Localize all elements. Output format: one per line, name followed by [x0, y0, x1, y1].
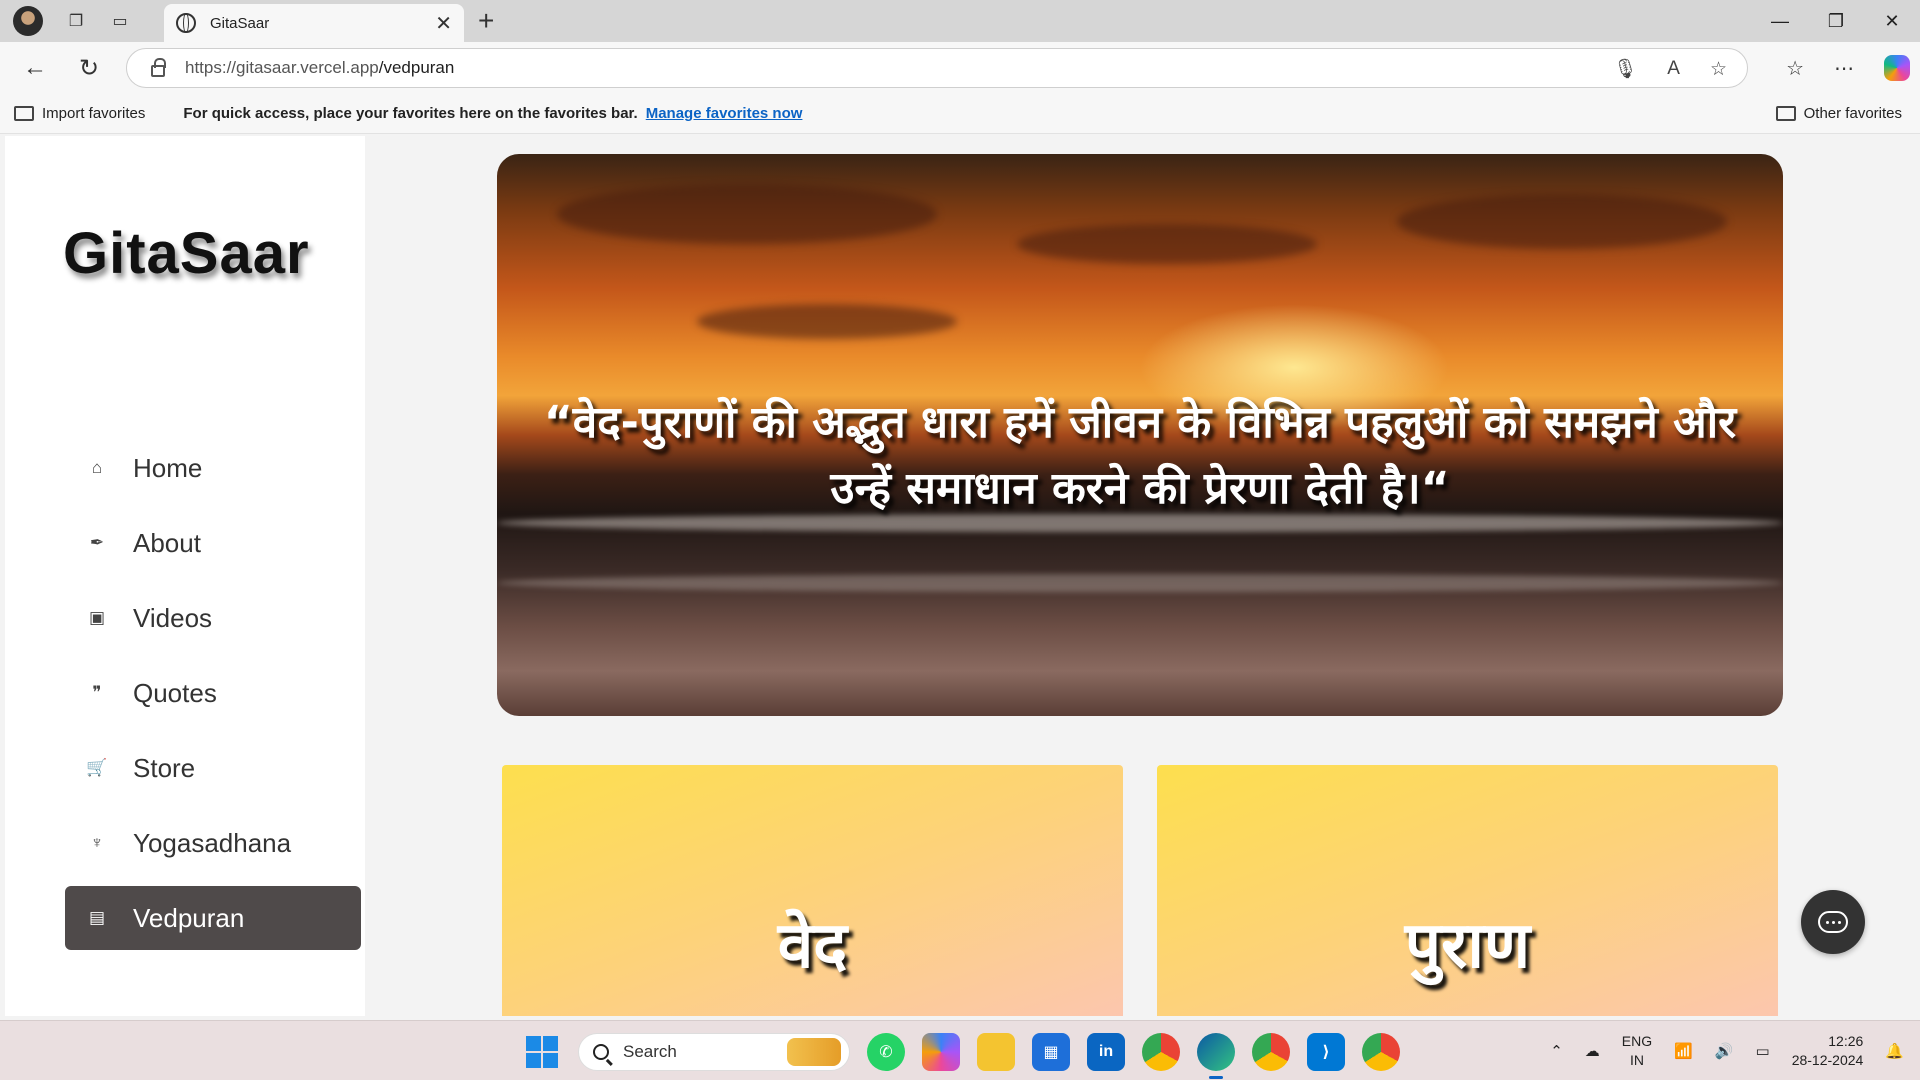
other-favorites-button[interactable]: Other favorites: [1775, 105, 1902, 122]
favorites-icon[interactable]: ☆: [1786, 56, 1804, 81]
profile-avatar[interactable]: [13, 6, 43, 36]
workspaces-icon[interactable]: ❐: [65, 10, 87, 32]
sky-cloud: [697, 304, 957, 339]
read-aloud-icon[interactable]: A: [1667, 58, 1680, 80]
feather-icon: ✒: [89, 533, 105, 552]
sky-cloud: [1017, 224, 1317, 264]
sidebar-item-about[interactable]: ✒ About: [65, 511, 361, 575]
globe-icon: [176, 13, 196, 33]
mic-off-icon[interactable]: 🎙: [1613, 57, 1637, 81]
hero-banner: “वेद-पुराणों की अद्भुत धारा हमें जीवन के…: [497, 154, 1783, 716]
notification-bell-icon[interactable]: 🔔: [1885, 1042, 1904, 1060]
card-title: पुराण: [1404, 909, 1531, 983]
quote-icon: ❞: [92, 683, 102, 702]
search-icon: [593, 1044, 609, 1060]
whatsapp-icon[interactable]: ✆: [867, 1033, 905, 1071]
window-controls: — ❐ ✕: [1752, 0, 1920, 42]
sidebar-item-label: Store: [133, 752, 196, 783]
close-window-button[interactable]: ✕: [1864, 0, 1920, 42]
chrome-profile-icon[interactable]: [1362, 1033, 1400, 1071]
new-tab-button[interactable]: +: [478, 7, 494, 35]
favorites-message: For quick access, place your favorites h…: [183, 105, 638, 122]
clock[interactable]: 12:26 28-12-2024: [1792, 1032, 1864, 1070]
sidebar-item-vedpuran[interactable]: ▤ Vedpuran: [65, 886, 361, 950]
browser-title-bar: ❐ ▭ GitaSaar ✕ + — ❐ ✕: [0, 0, 1920, 42]
sidebar-item-label: Vedpuran: [133, 902, 245, 933]
sidebar-nav: ⌂ Home ✒ About ▣ Videos ❞ Quotes 🛒 Store…: [65, 436, 361, 961]
favorites-bar: Import favorites For quick access, place…: [0, 94, 1920, 134]
sidebar-item-home[interactable]: ⌂ Home: [65, 436, 361, 500]
system-tray: ⌃ ☁ ENG IN 📶 🔊 ▭ 12:26 28-12-2024 🔔: [1550, 1021, 1904, 1080]
chrome-icon[interactable]: [1142, 1033, 1180, 1071]
taskbar-search[interactable]: Search: [578, 1033, 850, 1071]
restore-button[interactable]: ❐: [1808, 0, 1864, 42]
copilot-icon[interactable]: [1884, 55, 1910, 81]
search-placeholder: Search: [623, 1042, 677, 1061]
battery-icon[interactable]: ▭: [1756, 1042, 1770, 1060]
video-icon: ▣: [88, 608, 106, 627]
refresh-button[interactable]: ↻: [69, 48, 109, 88]
volume-icon[interactable]: 🔊: [1715, 1042, 1734, 1060]
puran-card[interactable]: पुराण: [1157, 765, 1778, 1016]
chat-button[interactable]: [1801, 890, 1865, 954]
import-favorites-button[interactable]: Import favorites: [14, 105, 145, 122]
brand-logo[interactable]: GitaSaar: [63, 220, 310, 287]
sidebar-item-store[interactable]: 🛒 Store: [65, 736, 361, 800]
windows-start-icon[interactable]: [526, 1036, 558, 1068]
sidebar-item-videos[interactable]: ▣ Videos: [65, 586, 361, 650]
web-page: GitaSaar ⌂ Home ✒ About ▣ Videos ❞ Quote…: [5, 136, 1915, 1016]
chrome-profile-icon[interactable]: [1252, 1033, 1290, 1071]
edge-icon[interactable]: [1197, 1033, 1235, 1079]
url-text[interactable]: https://gitasaar.vercel.app/vedpuran: [185, 58, 454, 78]
chat-icon: [1818, 911, 1848, 933]
sidebar-item-label: Videos: [133, 602, 213, 633]
minimize-button[interactable]: —: [1752, 0, 1808, 42]
hero-quote: “वेद-पुराणों की अद्भुत धारा हमें जीवन के…: [543, 397, 1737, 514]
wifi-icon[interactable]: 📶: [1674, 1042, 1693, 1060]
book-icon: ▤: [88, 908, 106, 927]
sidebar-item-label: Yogasadhana: [133, 827, 292, 858]
chevron-up-icon[interactable]: ⌃: [1550, 1042, 1563, 1060]
sidebar-item-quotes[interactable]: ❞ Quotes: [65, 661, 361, 725]
navigation-bar: ← ↻ https://gitasaar.vercel.app/vedpuran…: [0, 42, 1920, 94]
manage-favorites-link[interactable]: Manage favorites now: [646, 105, 803, 122]
sea-wave: [497, 574, 1783, 592]
sidebar-item-label: About: [133, 527, 201, 558]
card-title: वेद: [777, 909, 848, 983]
linkedin-icon[interactable]: in: [1087, 1033, 1125, 1071]
onedrive-icon[interactable]: ☁: [1585, 1042, 1600, 1060]
sidebar: GitaSaar ⌂ Home ✒ About ▣ Videos ❞ Quote…: [5, 136, 365, 1016]
sky-cloud: [557, 184, 937, 244]
cart-icon: 🛒: [86, 758, 108, 777]
copilot-app-icon[interactable]: [922, 1033, 960, 1071]
back-button[interactable]: ←: [15, 48, 55, 88]
ved-card[interactable]: वेद: [502, 765, 1123, 1016]
search-highlight-icon: [787, 1038, 841, 1066]
taskbar: Search ✆ ▦ in ⟩ ⌃ ☁ ENG IN 📶 🔊 ▭ 12:26 2…: [0, 1020, 1920, 1080]
tab-title: GitaSaar: [210, 14, 270, 32]
browser-tab[interactable]: GitaSaar ✕: [164, 4, 464, 42]
vertical-tabs-icon[interactable]: ▭: [109, 10, 131, 32]
import-icon: [14, 106, 34, 121]
home-icon: ⌂: [91, 458, 103, 477]
yoga-icon: ♆: [90, 833, 104, 852]
folder-icon: [1775, 106, 1796, 121]
lock-icon[interactable]: [151, 58, 166, 77]
sky-cloud: [1397, 194, 1727, 249]
sidebar-item-yogasadhana[interactable]: ♆ Yogasadhana: [65, 811, 361, 875]
vscode-icon[interactable]: ⟩: [1307, 1033, 1345, 1071]
close-tab-icon[interactable]: ✕: [435, 11, 452, 36]
sidebar-item-label: Home: [133, 452, 203, 483]
store-icon[interactable]: ▦: [1032, 1033, 1070, 1071]
sidebar-item-label: Quotes: [133, 677, 217, 708]
favorite-star-icon[interactable]: ☆: [1710, 58, 1727, 81]
more-options-icon[interactable]: ⋯: [1834, 56, 1854, 81]
language-indicator[interactable]: ENG IN: [1622, 1032, 1652, 1070]
address-bar[interactable]: https://gitasaar.vercel.app/vedpuran 🎙 A…: [126, 48, 1748, 88]
file-explorer-icon[interactable]: [977, 1033, 1015, 1071]
